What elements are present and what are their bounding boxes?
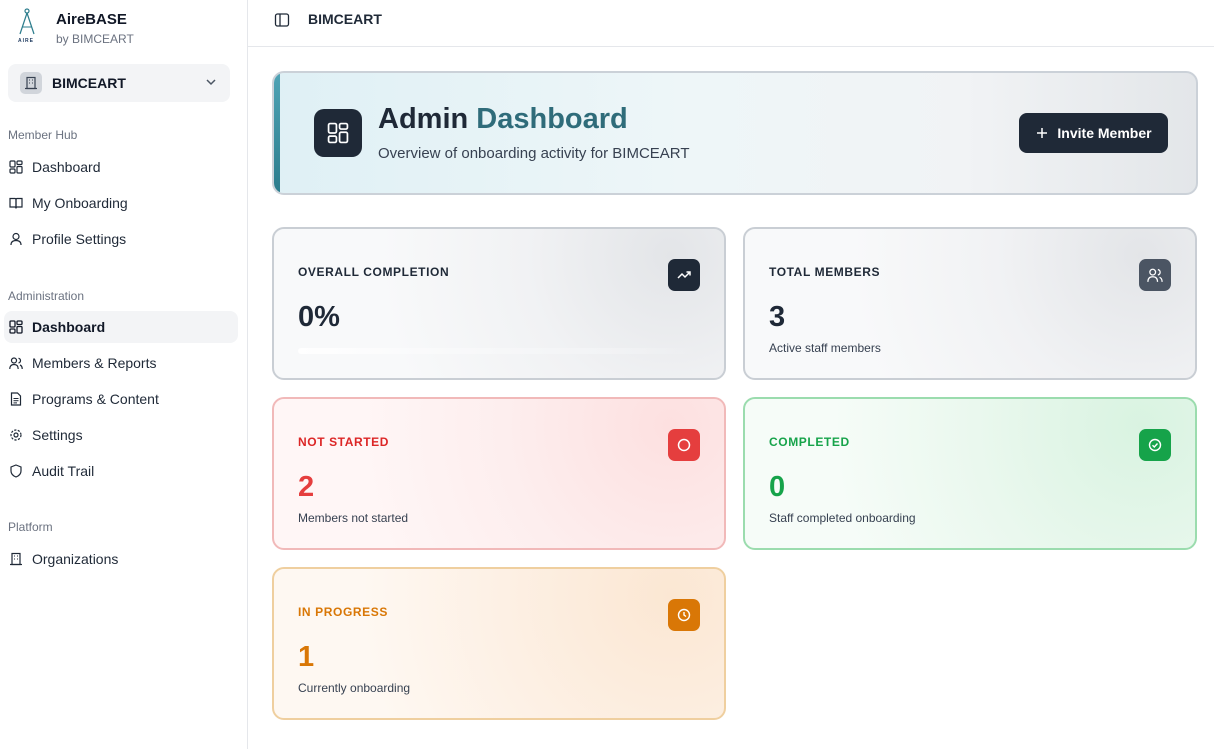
card-subtext: Active staff members (769, 341, 881, 355)
card-label: COMPLETED (769, 435, 850, 449)
page-title: Admin Dashboard (378, 103, 628, 136)
sidebar-item-label: Programs & Content (32, 391, 159, 407)
gear-icon (10, 429, 22, 441)
sidebar-item-label: Dashboard (32, 319, 106, 335)
breadcrumb: BIMCEART (308, 11, 382, 27)
hero-accent-bar (274, 73, 280, 193)
dashboard-hero: Admin Dashboard Overview of onboarding a… (272, 71, 1198, 195)
sidebar-toggle-icon[interactable] (274, 12, 290, 28)
card-value: 0 (769, 471, 786, 503)
shield-icon (10, 464, 22, 478)
card-label: TOTAL MEMBERS (769, 265, 881, 279)
grid-icon (9, 320, 23, 334)
clock-icon (668, 599, 700, 631)
app-name: AireBASE (56, 11, 127, 28)
completed-card: COMPLETED 0 Staff completed onboarding (743, 397, 1197, 550)
book-icon (9, 197, 23, 209)
org-switcher[interactable]: BIMCEART (8, 64, 230, 102)
card-subtext: Currently onboarding (298, 681, 411, 695)
org-name: BIMCEART (52, 75, 126, 91)
card-value: 3 (769, 301, 786, 333)
dashboard-icon (314, 109, 362, 157)
overall-completion-card: OVERALL COMPLETION 0% (272, 227, 726, 380)
sidebar-item-audit-trail[interactable]: Audit Trail (4, 455, 238, 487)
topbar: BIMCEART (248, 0, 1214, 47)
building-icon (10, 552, 22, 566)
sidebar-item-settings[interactable]: Settings (4, 419, 238, 451)
section-administration: Administration (8, 289, 85, 303)
sidebar-item-my-onboarding[interactable]: My Onboarding (4, 187, 238, 219)
sidebar-item-organizations[interactable]: Organizations (4, 543, 238, 575)
total-members-card: TOTAL MEMBERS 3 Active staff members (743, 227, 1197, 380)
not-started-card: NOT STARTED 2 Members not started (272, 397, 726, 550)
card-label: OVERALL COMPLETION (298, 265, 450, 279)
sidebar-item-label: Profile Settings (32, 231, 127, 247)
grid-icon (9, 160, 23, 174)
page-title-part2: Dashboard (476, 103, 628, 135)
users-icon (1139, 259, 1171, 291)
invite-member-label: Invite Member (1057, 125, 1152, 141)
sidebar-item-label: Dashboard (32, 159, 101, 175)
invite-member-button[interactable]: Invite Member (1019, 113, 1168, 153)
sidebar-item-members-reports[interactable]: Members & Reports (4, 347, 238, 379)
card-subtext: Staff completed onboarding (769, 511, 916, 525)
app-byline: by BIMCEART (56, 32, 134, 46)
completion-progress-bar (298, 348, 698, 354)
logo-text: AIRE (18, 38, 34, 44)
sidebar-item-label: Audit Trail (32, 463, 95, 479)
building-icon (20, 72, 42, 94)
sidebar-item-label: My Onboarding (32, 195, 128, 211)
page-subtitle: Overview of onboarding activity for BIMC… (378, 145, 690, 162)
card-value: 1 (298, 641, 315, 673)
users-icon (9, 357, 23, 370)
sidebar-item-programs-content[interactable]: Programs & Content (4, 383, 238, 415)
sidebar: AIRE AireBASE by BIMCEART BIMCEART Membe… (0, 0, 248, 749)
sidebar-item-profile-settings[interactable]: Profile Settings (4, 223, 238, 255)
card-value: 0% (298, 301, 340, 333)
sidebar-item-member-dashboard[interactable]: Dashboard (4, 151, 238, 183)
chevron-down-icon (206, 79, 216, 86)
brand[interactable]: AIRE AireBASE by BIMCEART (16, 8, 236, 50)
card-label: IN PROGRESS (298, 605, 388, 619)
sidebar-item-label: Members & Reports (32, 355, 157, 371)
sidebar-item-admin-dashboard[interactable]: Dashboard (4, 311, 238, 343)
card-value: 2 (298, 471, 315, 503)
card-subtext: Members not started (298, 511, 409, 525)
plus-icon (1037, 128, 1048, 138)
user-icon (10, 232, 22, 246)
check-circle-icon (1139, 429, 1171, 461)
section-member-hub: Member Hub (8, 128, 78, 142)
sidebar-item-label: Settings (32, 427, 83, 443)
circle-icon (668, 429, 700, 461)
card-label: NOT STARTED (298, 435, 390, 449)
in-progress-card: IN PROGRESS 1 Currently onboarding (272, 567, 726, 720)
sidebar-item-label: Organizations (32, 551, 119, 567)
file-icon (10, 392, 22, 406)
section-platform: Platform (8, 520, 53, 534)
page-title-part1: Admin (378, 103, 469, 135)
trending-up-icon (668, 259, 700, 291)
